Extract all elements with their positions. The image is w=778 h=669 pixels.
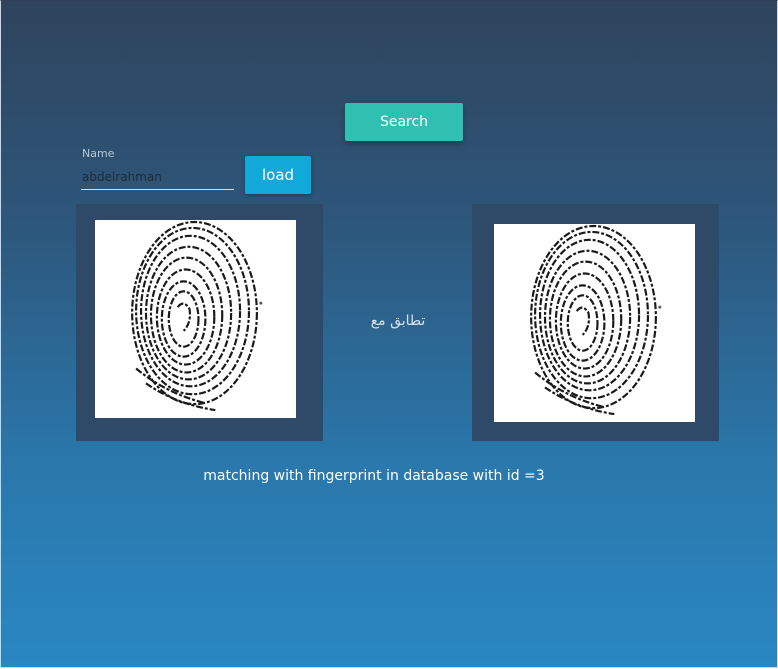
name-field-label: Name <box>82 147 115 160</box>
search-button[interactable]: Search <box>345 103 463 141</box>
fingerprint-icon <box>530 224 662 416</box>
fingerprint-icon <box>131 220 263 412</box>
matched-fingerprint-panel <box>472 204 719 441</box>
app-window: Search Name load <box>0 0 778 668</box>
load-button[interactable]: load <box>245 156 311 194</box>
match-result-message: matching with fingerprint in database wi… <box>203 468 545 484</box>
input-fingerprint-image <box>95 220 296 418</box>
matched-fingerprint-image <box>494 224 695 422</box>
name-input[interactable] <box>81 165 234 190</box>
match-label: تطابق مع <box>370 313 426 329</box>
input-fingerprint-panel <box>76 204 323 441</box>
